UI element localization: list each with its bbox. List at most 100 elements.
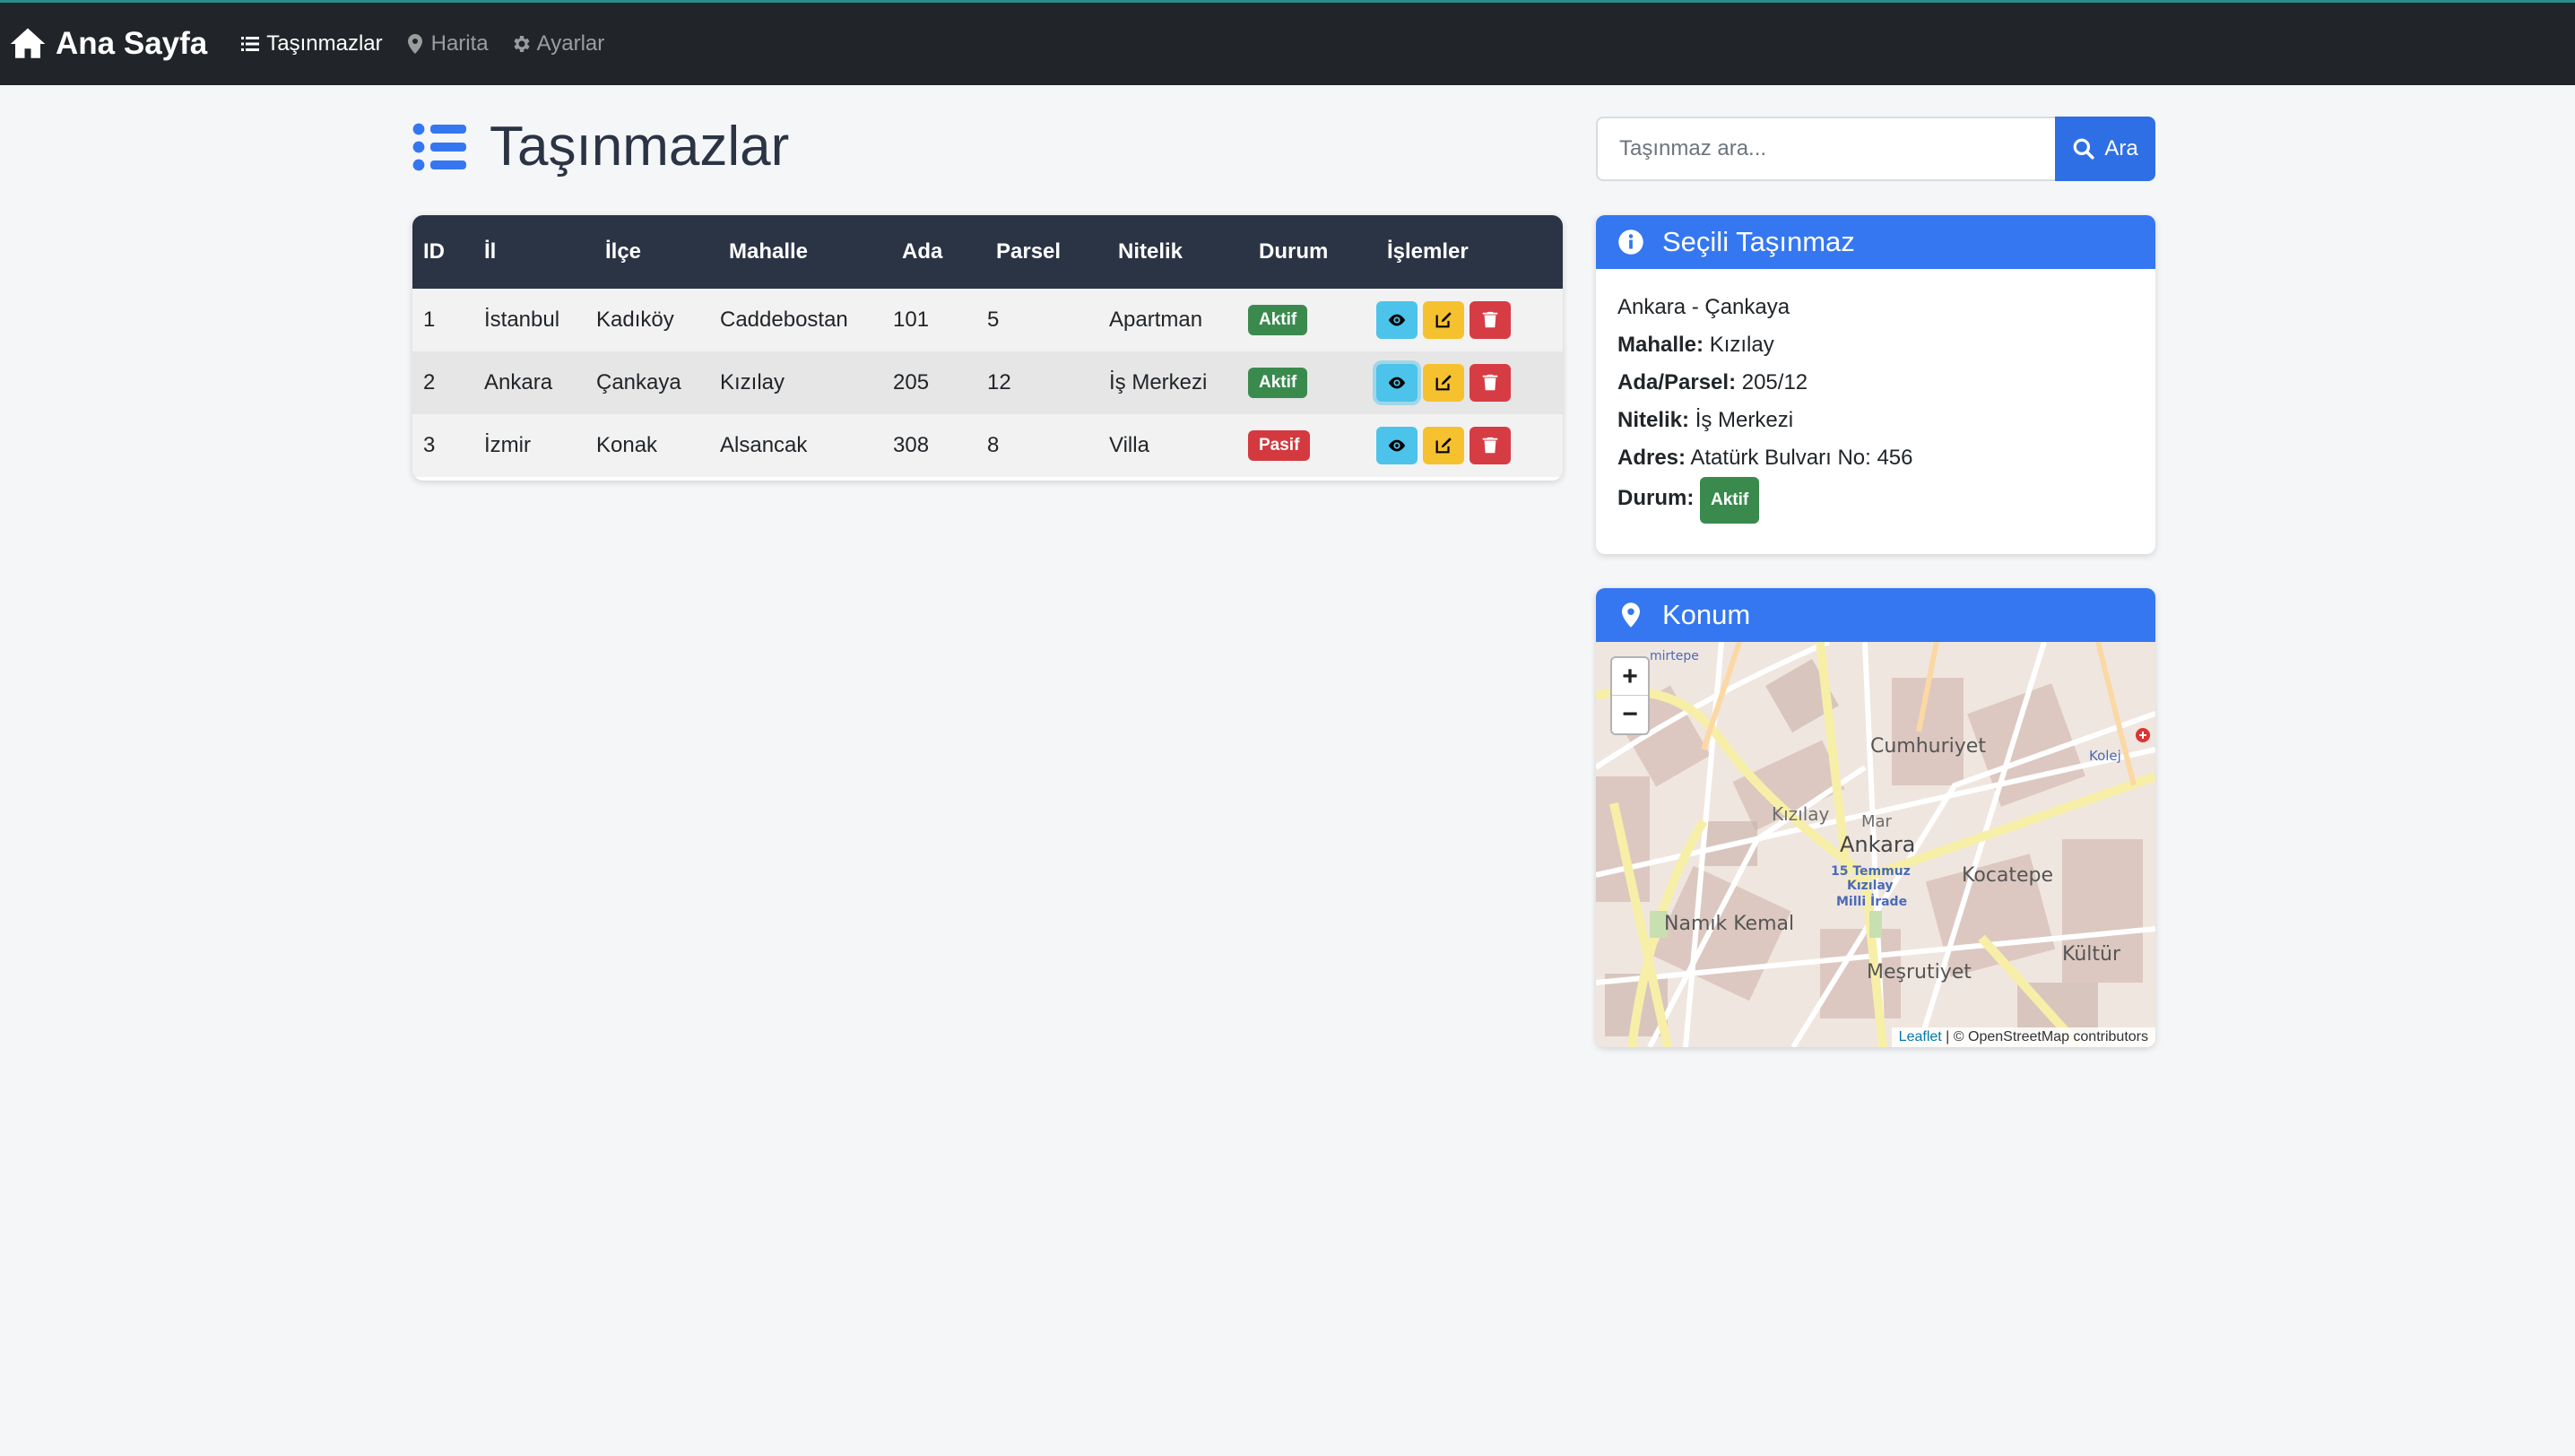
cell-nitelik: İş Merkezi xyxy=(1109,351,1248,414)
tasinmaz-table: ID İl İlçe Mahalle Ada Parsel Nitelik Du… xyxy=(412,215,1563,481)
detail-location: Ankara - Çankaya xyxy=(1617,295,1790,319)
cell-id: 3 xyxy=(412,414,484,477)
table-header-row: ID İl İlçe Mahalle Ada Parsel Nitelik Du… xyxy=(412,215,1563,289)
search-button[interactable]: Ara xyxy=(2055,117,2155,181)
cell-il: Ankara xyxy=(484,351,596,414)
map-label-kizilay: Kızılay xyxy=(1772,803,1830,825)
map-label-mesrutiyet: Meşrutiyet xyxy=(1867,961,1972,984)
column-header-parsel: Parsel xyxy=(987,215,1109,289)
detail-adres: Adres: Atatürk Bulvarı No: 456 xyxy=(1617,439,2134,477)
cell-ilce: Çankaya xyxy=(596,351,720,414)
search-icon xyxy=(2073,138,2094,160)
selected-property-card: Seçili Taşınmaz Ankara - Çankaya Mahalle… xyxy=(1596,215,2155,554)
edit-button[interactable] xyxy=(1423,364,1464,402)
status-badge: Aktif xyxy=(1700,477,1760,524)
detail-label: Ada/Parsel: xyxy=(1617,370,1737,394)
search-bar: Ara xyxy=(1596,117,2155,181)
detail-label: Adres: xyxy=(1617,446,1686,470)
navbar: Ana Sayfa Taşınmazlar Harita Ayarlar xyxy=(0,0,2575,85)
column-header-ilce: İlçe xyxy=(596,215,720,289)
nav-link-harita[interactable]: Harita xyxy=(404,31,489,56)
edit-icon xyxy=(1435,375,1452,391)
column-header-nitelik: Nitelik xyxy=(1109,215,1248,289)
map-marker-icon xyxy=(1622,602,1640,628)
table-row[interactable]: 1 İstanbul Kadıköy Caddebostan 101 5 Apa… xyxy=(412,289,1563,351)
zoom-in-button[interactable]: + xyxy=(1612,658,1648,696)
cell-nitelik: Apartman xyxy=(1109,289,1248,351)
cell-mahalle: Kızılay xyxy=(720,351,893,414)
column-header-durum: Durum xyxy=(1248,215,1376,289)
detail-adaparsel: Ada/Parsel: 205/12 xyxy=(1617,364,2134,402)
nav-link-label: Ayarlar xyxy=(536,31,605,56)
list-icon xyxy=(412,123,466,170)
detail-label: Durum: xyxy=(1617,486,1695,510)
cell-id: 1 xyxy=(412,289,484,351)
cell-parsel: 5 xyxy=(987,289,1109,351)
status-badge: Aktif xyxy=(1248,368,1308,398)
info-circle-icon xyxy=(1618,230,1643,255)
cell-mahalle: Alsancak xyxy=(720,414,893,477)
status-badge: Pasif xyxy=(1248,430,1311,461)
brand-label: Ana Sayfa xyxy=(56,26,208,61)
trash-icon xyxy=(1482,437,1498,454)
column-header-ada: Ada xyxy=(893,215,987,289)
edit-icon xyxy=(1435,438,1452,454)
eye-icon xyxy=(1388,439,1406,452)
view-button[interactable] xyxy=(1376,301,1418,339)
map-label-cumhuriyet: Cumhuriyet xyxy=(1870,735,1986,758)
page-title: Taşınmazlar xyxy=(412,115,789,178)
search-input[interactable] xyxy=(1596,117,2055,181)
cell-durum: Pasif xyxy=(1248,414,1376,477)
zoom-control: + − xyxy=(1610,656,1650,735)
cell-parsel: 12 xyxy=(987,351,1109,414)
detail-value: Atatürk Bulvarı No: 456 xyxy=(1690,446,1913,470)
delete-button[interactable] xyxy=(1470,301,1511,339)
cell-il: İzmir xyxy=(484,414,596,477)
trash-icon xyxy=(1482,311,1498,328)
column-header-id: ID xyxy=(412,215,484,289)
cell-ilce: Konak xyxy=(596,414,720,477)
edit-button[interactable] xyxy=(1423,427,1464,464)
trash-icon xyxy=(1482,374,1498,391)
leaflet-link[interactable]: Leaflet xyxy=(1899,1029,1942,1044)
detail-durum: Durum: Aktif xyxy=(1617,477,2134,524)
column-header-islemler: İşlemler xyxy=(1376,215,1563,289)
zoom-out-button[interactable]: − xyxy=(1612,696,1648,733)
location-map-card: Konum Cumhuriyet Kızılay Mar Ankara 15 T… xyxy=(1596,588,2155,1047)
cell-id: 2 xyxy=(412,351,484,414)
map-view[interactable]: Cumhuriyet Kızılay Mar Ankara 15 Temmuz … xyxy=(1596,642,2155,1047)
cell-nitelik: Villa xyxy=(1109,414,1248,477)
delete-button[interactable] xyxy=(1470,427,1511,464)
detail-value: İş Merkezi xyxy=(1695,408,1794,432)
map-label-namik-kemal: Namık Kemal xyxy=(1664,913,1795,935)
card-title: Konum xyxy=(1662,599,1751,630)
map-label-15-temmuz: 15 Temmuz xyxy=(1831,864,1911,879)
map-attribution: Leaflet | © OpenStreetMap contributors xyxy=(1891,1027,2155,1047)
view-button[interactable] xyxy=(1376,427,1418,464)
table-row[interactable]: 2 Ankara Çankaya Kızılay 205 12 İş Merke… xyxy=(412,351,1563,414)
map-label-kultur: Kültür xyxy=(2062,943,2121,966)
table-row[interactable]: 3 İzmir Konak Alsancak 308 8 Villa Pasif xyxy=(412,414,1563,477)
brand-home-link[interactable]: Ana Sayfa xyxy=(9,25,207,63)
delete-button[interactable] xyxy=(1470,364,1511,402)
map-label-mar: Mar xyxy=(1861,812,1892,831)
cell-actions xyxy=(1376,289,1563,351)
status-badge: Aktif xyxy=(1248,305,1308,335)
list-icon xyxy=(241,37,260,51)
card-title: Seçili Taşınmaz xyxy=(1662,226,1855,257)
cell-actions xyxy=(1376,351,1563,414)
cell-ada: 101 xyxy=(893,289,987,351)
view-button[interactable] xyxy=(1376,364,1418,402)
map-label-milli-irade: Milli İrade xyxy=(1836,895,1908,909)
map-label-kolej: Kolej xyxy=(2089,748,2121,764)
nav-link-label: Taşınmazlar xyxy=(266,31,383,56)
nav-link-ayarlar[interactable]: Ayarlar xyxy=(510,31,605,56)
nav-link-label: Harita xyxy=(430,31,489,56)
attribution-text: | © OpenStreetMap contributors xyxy=(1946,1029,2148,1044)
cell-mahalle: Caddebostan xyxy=(720,289,893,351)
cell-durum: Aktif xyxy=(1248,351,1376,414)
nav-link-tasinmazlar[interactable]: Taşınmazlar xyxy=(239,31,383,56)
edit-button[interactable] xyxy=(1423,301,1464,339)
map-label-emirtepe: mirtepe xyxy=(1650,649,1699,663)
detail-mahalle: Mahalle: Kızılay xyxy=(1617,326,2134,364)
